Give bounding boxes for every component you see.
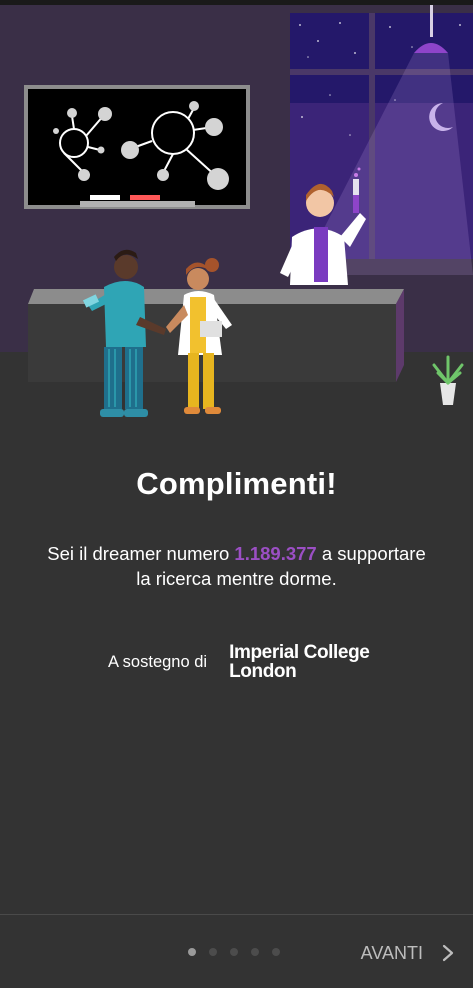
page-indicator: [188, 948, 280, 956]
dreamer-count: 1.189.377: [234, 543, 317, 564]
imperial-college-logo: Imperial College London: [229, 642, 370, 682]
support-label: A sostegno di: [108, 652, 208, 671]
page-dot-1: [188, 948, 196, 956]
next-label: AVANTI: [360, 942, 423, 963]
page-dot-3: [230, 948, 238, 956]
congrats-heading: Complimenti!: [136, 466, 337, 501]
support-section: A sostegno di Imperial College London: [108, 638, 370, 686]
message-prefix: Sei il dreamer numero: [47, 543, 235, 564]
laboratory-illustration: [0, 5, 473, 425]
page-dot-4: [251, 948, 259, 956]
chevron-right-icon: [442, 944, 454, 962]
page-dot-2: [209, 948, 217, 956]
logo-line-1: Imperial College: [229, 642, 370, 663]
dreamer-count-message: Sei il dreamer numero 1.189.377 a suppor…: [40, 541, 433, 591]
page-dot-5: [272, 948, 280, 956]
logo-line-2: London: [229, 661, 297, 682]
footer-divider: [0, 914, 473, 915]
onboarding-screen: Complimenti! Sei il dreamer numero 1.189…: [0, 0, 473, 988]
next-button[interactable]: AVANTI: [361, 938, 455, 968]
